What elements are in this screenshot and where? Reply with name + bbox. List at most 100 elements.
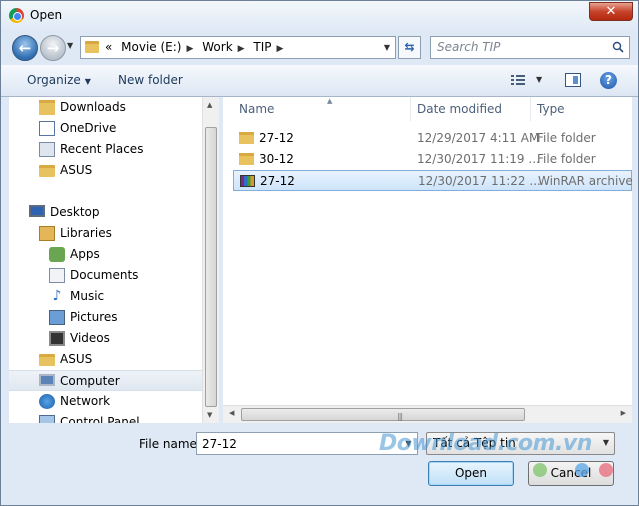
sidebar-item-music[interactable]: ♪ Music <box>21 286 213 307</box>
file-name-label: File name: <box>139 437 201 451</box>
sidebar-item-asus-user[interactable]: ASUS <box>21 349 213 370</box>
search-icon[interactable] <box>612 41 624 53</box>
sidebar-item-asus[interactable]: ASUS <box>29 160 218 181</box>
sidebar-item-recent-places[interactable]: Recent Places <box>29 139 218 160</box>
navigation-bar: ← → ▼ « Movie (E:) ▶ Work ▶ TIP ▶ ▼ ⇆ Searc… <box>1 31 638 65</box>
control-panel-icon <box>39 415 55 423</box>
arrow-left-icon: ← <box>18 39 32 57</box>
new-folder-button[interactable]: New folder <box>118 73 183 87</box>
sidebar-item-label: Recent Places <box>60 142 144 156</box>
sidebar-item-libraries[interactable]: Libraries <box>21 223 213 244</box>
address-bar[interactable]: « Movie (E:) ▶ Work ▶ TIP ▶ ▼ <box>80 36 396 59</box>
scroll-down-icon[interactable]: ▼ <box>207 411 212 419</box>
sidebar-item-label: Videos <box>70 331 110 345</box>
column-header-type[interactable]: Type <box>531 97 632 121</box>
sidebar-item-label: Desktop <box>50 205 100 219</box>
address-history-dropdown[interactable]: ▼ <box>379 37 395 58</box>
sidebar-item-label: Computer <box>60 374 120 388</box>
chevron-down-icon: ▼ <box>84 77 91 86</box>
column-header-date-modified[interactable]: Date modified <box>411 97 531 121</box>
sidebar-item-desktop[interactable]: Desktop <box>21 202 213 223</box>
sidebar-item-downloads[interactable]: Downloads <box>29 97 218 118</box>
breadcrumb-item-drive[interactable]: Movie (E:) <box>121 40 181 54</box>
refresh-button[interactable]: ⇆ <box>398 36 421 59</box>
file-date: 12/30/2017 11:22 ... <box>418 174 541 188</box>
breadcrumb-overflow[interactable]: « <box>105 40 112 54</box>
watermark: Download.com.vn <box>379 431 592 456</box>
sidebar-item-control-panel[interactable]: Control Panel <box>21 412 213 423</box>
grip-icon: ||| <box>397 412 403 421</box>
navigation-pane[interactable]: Downloads OneDrive Recent Places ASUS De… <box>9 97 219 423</box>
documents-icon <box>49 268 65 283</box>
chevron-down-icon: ▼ <box>602 438 609 447</box>
column-header-name[interactable]: ▲ Name <box>233 97 411 121</box>
breadcrumb-item-tip[interactable]: TIP <box>253 40 271 54</box>
back-button[interactable]: ← <box>12 35 38 61</box>
breadcrumb-item-work[interactable]: Work <box>202 40 232 54</box>
view-dropdown[interactable]: ▼ <box>536 75 542 84</box>
scroll-right-icon[interactable]: ▶ <box>621 409 626 417</box>
organize-label: Organize <box>27 73 81 87</box>
folder-icon <box>39 165 55 177</box>
watermark-dot <box>533 463 547 477</box>
file-name: 30-12 <box>259 152 294 166</box>
file-list-horizontal-scrollbar[interactable]: ◀ ||| ▶ <box>223 405 632 423</box>
sidebar-item-network[interactable]: Network <box>21 391 213 412</box>
sidebar-item-label: Control Panel <box>60 415 140 423</box>
close-button[interactable]: ✕ <box>589 2 633 21</box>
command-toolbar: Organize ▼ New folder ▼ ? <box>1 65 638 97</box>
folder-icon <box>85 41 99 53</box>
scroll-thumb[interactable] <box>205 127 217 407</box>
search-input[interactable]: Search TIP <box>430 36 630 59</box>
scroll-left-icon[interactable]: ◀ <box>229 409 234 417</box>
sidebar-item-label: Network <box>60 394 111 408</box>
sidebar-item-label: Downloads <box>60 100 126 114</box>
file-type: File folder <box>537 131 596 145</box>
search-placeholder: Search TIP <box>437 40 501 54</box>
help-icon[interactable]: ? <box>600 72 617 89</box>
sidebar-item-pictures[interactable]: Pictures <box>21 307 213 328</box>
sidebar-item-label: Libraries <box>60 226 112 240</box>
user-folder-icon <box>39 354 55 366</box>
sidebar-item-videos[interactable]: Videos <box>21 328 213 349</box>
sidebar-item-onedrive[interactable]: OneDrive <box>29 118 218 139</box>
sidebar-item-documents[interactable]: Documents <box>21 265 213 286</box>
sidebar-item-label: ASUS <box>60 352 93 366</box>
recent-places-icon <box>39 142 55 157</box>
downloads-folder-icon <box>39 100 55 115</box>
computer-icon <box>39 374 55 386</box>
sidebar-item-label: ASUS <box>60 163 93 177</box>
file-name: 27-12 <box>260 174 295 188</box>
sidebar-item-label: OneDrive <box>60 121 117 135</box>
navigation-pane-scrollbar[interactable]: ▲ ▼ <box>202 97 219 423</box>
window-title: Open <box>30 8 63 22</box>
sidebar-item-label: Apps <box>70 247 100 261</box>
file-date: 12/29/2017 4:11 AM <box>417 131 540 145</box>
table-row[interactable]: 27-12 12/29/2017 4:11 AM File folder <box>233 128 632 149</box>
open-button[interactable]: Open <box>428 461 514 486</box>
table-row[interactable]: 30-12 12/30/2017 11:19 ... File folder <box>233 149 632 170</box>
recent-locations-dropdown[interactable]: ▼ <box>67 41 73 50</box>
winrar-archive-icon <box>240 175 255 187</box>
chevron-right-icon[interactable]: ▶ <box>238 44 245 54</box>
file-date: 12/30/2017 11:19 ... <box>417 152 540 166</box>
videos-icon <box>49 331 65 346</box>
watermark-dot <box>599 463 613 477</box>
scroll-thumb[interactable]: ||| <box>241 408 525 421</box>
preview-pane-icon[interactable] <box>565 73 581 87</box>
chevron-right-icon[interactable]: ▶ <box>187 44 194 54</box>
forward-button[interactable]: → <box>40 35 66 61</box>
column-header-label: Date modified <box>417 102 503 116</box>
table-row-selected[interactable]: 27-12 12/30/2017 11:22 ... WinRAR archiv… <box>233 170 633 191</box>
view-options-icon[interactable] <box>511 74 525 86</box>
scroll-up-icon[interactable]: ▲ <box>207 101 212 109</box>
folder-icon <box>239 153 254 165</box>
sidebar-item-apps[interactable]: Apps <box>21 244 213 265</box>
file-list[interactable]: ▲ Name Date modified Type 27-12 12/29/20… <box>223 97 633 423</box>
arrow-right-icon: → <box>46 39 60 57</box>
sidebar-item-computer[interactable]: Computer <box>9 370 203 391</box>
file-type: WinRAR archive <box>538 174 633 188</box>
chevron-right-icon[interactable]: ▶ <box>277 44 284 54</box>
apps-icon <box>49 247 65 262</box>
organize-button[interactable]: Organize ▼ <box>27 73 91 87</box>
